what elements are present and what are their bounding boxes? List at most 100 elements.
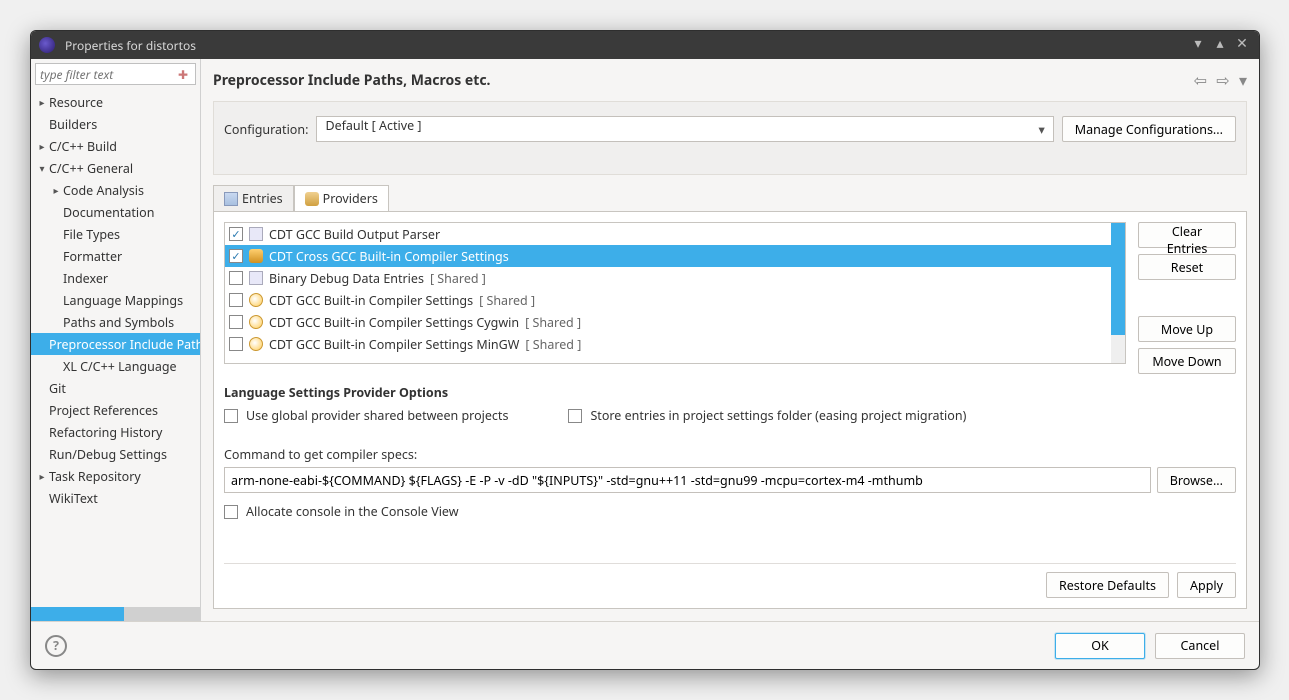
sidebar-item[interactable]: Builders bbox=[31, 113, 200, 135]
expander-icon[interactable]: ▸ bbox=[35, 95, 49, 109]
sidebar-item[interactable]: Run/Debug Settings bbox=[31, 443, 200, 465]
configuration-label: Configuration: bbox=[224, 121, 308, 138]
cancel-button[interactable]: Cancel bbox=[1155, 633, 1245, 659]
tab-providers-label: Providers bbox=[323, 190, 378, 207]
sidebar-item-label: C/C++ Build bbox=[49, 138, 117, 155]
provider-buttons: Clear Entries Reset Move Up Move Down bbox=[1138, 222, 1236, 374]
command-input[interactable] bbox=[224, 467, 1151, 493]
provider-row[interactable]: CDT GCC Built-in Compiler Settings MinGW… bbox=[225, 333, 1125, 355]
sidebar-item[interactable]: Refactoring History bbox=[31, 421, 200, 443]
sidebar-item[interactable]: WikiText bbox=[31, 487, 200, 509]
checkbox-icon[interactable] bbox=[229, 271, 243, 285]
sidebar-item[interactable]: Paths and Symbols bbox=[31, 311, 200, 333]
sidebar-item-label: Refactoring History bbox=[49, 424, 162, 441]
sidebar-item[interactable]: File Types bbox=[31, 223, 200, 245]
use-global-checkbox[interactable]: Use global provider shared between proje… bbox=[224, 407, 508, 424]
move-down-button[interactable]: Move Down bbox=[1138, 348, 1236, 374]
checkbox-icon[interactable] bbox=[229, 315, 243, 329]
tab-entries[interactable]: Entries bbox=[213, 185, 294, 211]
sidebar-item[interactable]: Git bbox=[31, 377, 200, 399]
dialog-footer: ? OK Cancel bbox=[31, 621, 1259, 669]
doc-icon bbox=[249, 227, 263, 241]
sidebar-item-label: Run/Debug Settings bbox=[49, 446, 167, 463]
help-icon[interactable]: ? bbox=[45, 635, 67, 657]
nav-menu-icon[interactable]: ▾ bbox=[1239, 69, 1247, 91]
content-area: Preprocessor Include Paths, Macros etc. … bbox=[201, 59, 1259, 621]
provider-row[interactable]: CDT Cross GCC Built-in Compiler Settings bbox=[225, 245, 1125, 267]
reset-button[interactable]: Reset bbox=[1138, 254, 1236, 280]
sidebar-item[interactable]: ▸Resource bbox=[31, 91, 200, 113]
sidebar-scrollbar[interactable] bbox=[31, 607, 200, 621]
checkbox-icon[interactable] bbox=[229, 227, 243, 241]
ok-button[interactable]: OK bbox=[1055, 633, 1145, 659]
sidebar-item[interactable]: Project References bbox=[31, 399, 200, 421]
sidebar-item-label: Formatter bbox=[63, 248, 122, 265]
heading-nav: ⇦ ⇨ ▾ bbox=[1188, 69, 1247, 91]
provider-label: CDT Cross GCC Built-in Compiler Settings bbox=[269, 248, 509, 265]
expander-icon[interactable]: ▾ bbox=[35, 161, 49, 175]
window-title: Properties for distortos bbox=[65, 37, 1185, 54]
mag-icon bbox=[249, 293, 263, 307]
provider-scrollbar[interactable] bbox=[1111, 223, 1125, 363]
nav-fwd-icon[interactable]: ⇨ bbox=[1216, 69, 1229, 91]
configuration-value: Default [ Active ] bbox=[325, 117, 421, 134]
provider-label: CDT GCC Built-in Compiler Settings MinGW bbox=[269, 336, 519, 353]
expander-icon[interactable]: ▸ bbox=[35, 139, 49, 153]
checkbox-icon[interactable] bbox=[229, 249, 243, 263]
sidebar-item[interactable]: ▸C/C++ Build bbox=[31, 135, 200, 157]
nav-back-icon[interactable]: ⇦ bbox=[1194, 69, 1207, 91]
tab-body: CDT GCC Build Output Parser CDT Cross GCC… bbox=[213, 211, 1247, 609]
sidebar-item[interactable]: Language Mappings bbox=[31, 289, 200, 311]
browse-button[interactable]: Browse... bbox=[1157, 467, 1236, 493]
close-icon[interactable]: ✕ bbox=[1233, 36, 1251, 54]
checkbox-icon[interactable] bbox=[229, 293, 243, 307]
checkbox-icon bbox=[224, 505, 238, 519]
sidebar-item[interactable]: ▸Code Analysis bbox=[31, 179, 200, 201]
sidebar-item[interactable]: ▸Task Repository bbox=[31, 465, 200, 487]
move-up-button[interactable]: Move Up bbox=[1138, 316, 1236, 342]
shared-badge: [ Shared ] bbox=[525, 314, 581, 331]
provider-list[interactable]: CDT GCC Build Output Parser CDT Cross GCC… bbox=[224, 222, 1126, 364]
sidebar-item-label: Resource bbox=[49, 94, 103, 111]
sidebar-item[interactable]: XL C/C++ Language bbox=[31, 355, 200, 377]
store-entries-checkbox[interactable]: Store entries in project settings folder… bbox=[568, 407, 966, 424]
provider-label: CDT GCC Built-in Compiler Settings Cygwi… bbox=[269, 314, 519, 331]
clear-entries-button[interactable]: Clear Entries bbox=[1138, 222, 1236, 248]
provider-label: Binary Debug Data Entries bbox=[269, 270, 424, 287]
maximize-icon[interactable]: ▴ bbox=[1211, 36, 1229, 54]
category-sidebar: ✚ ▸ResourceBuilders▸C/C++ Build▾C/C++ Ge… bbox=[31, 59, 201, 621]
allocate-console-label: Allocate console in the Console View bbox=[246, 503, 459, 520]
tabs: Entries Providers bbox=[213, 185, 1247, 211]
sidebar-item-label: Code Analysis bbox=[63, 182, 144, 199]
provider-row[interactable]: CDT GCC Built-in Compiler Settings [ Sha… bbox=[225, 289, 1125, 311]
filter-input[interactable] bbox=[35, 63, 196, 85]
minimize-icon[interactable]: ▾ bbox=[1189, 36, 1207, 54]
expander-icon[interactable]: ▸ bbox=[49, 183, 63, 197]
page-title: Preprocessor Include Paths, Macros etc. bbox=[213, 71, 1188, 90]
provider-row[interactable]: Binary Debug Data Entries [ Shared ] bbox=[225, 267, 1125, 289]
sidebar-item[interactable]: Documentation bbox=[31, 201, 200, 223]
provider-row[interactable]: CDT GCC Build Output Parser bbox=[225, 223, 1125, 245]
expander-icon[interactable]: ▸ bbox=[35, 469, 49, 483]
sidebar-item[interactable]: ▾C/C++ General bbox=[31, 157, 200, 179]
checkbox-icon[interactable] bbox=[229, 337, 243, 351]
apply-button[interactable]: Apply bbox=[1177, 572, 1236, 598]
allocate-console-checkbox[interactable]: Allocate console in the Console View bbox=[224, 503, 1236, 520]
sidebar-item[interactable]: Preprocessor Include Paths, Macros etc. bbox=[31, 333, 200, 355]
tab-entries-label: Entries bbox=[242, 190, 283, 207]
titlebar[interactable]: Properties for distortos ▾ ▴ ✕ bbox=[31, 31, 1259, 59]
mag-icon bbox=[249, 337, 263, 351]
provider-row[interactable]: CDT GCC Built-in Compiler Settings Cygwi… bbox=[225, 311, 1125, 333]
sidebar-item-label: Indexer bbox=[63, 270, 108, 287]
category-tree[interactable]: ▸ResourceBuilders▸C/C++ Build▾C/C++ Gene… bbox=[31, 89, 200, 607]
properties-dialog: Properties for distortos ▾ ▴ ✕ ✚ ▸Resour… bbox=[30, 30, 1260, 670]
sidebar-item[interactable]: Indexer bbox=[31, 267, 200, 289]
tab-providers[interactable]: Providers bbox=[294, 185, 389, 211]
configuration-select[interactable]: Default [ Active ] bbox=[316, 116, 1053, 142]
sidebar-item[interactable]: Formatter bbox=[31, 245, 200, 267]
restore-defaults-button[interactable]: Restore Defaults bbox=[1046, 572, 1169, 598]
wrench-icon bbox=[249, 249, 263, 263]
sidebar-item-label: XL C/C++ Language bbox=[63, 358, 177, 375]
manage-configurations-button[interactable]: Manage Configurations... bbox=[1062, 116, 1236, 142]
clear-filter-icon[interactable]: ✚ bbox=[178, 66, 192, 80]
